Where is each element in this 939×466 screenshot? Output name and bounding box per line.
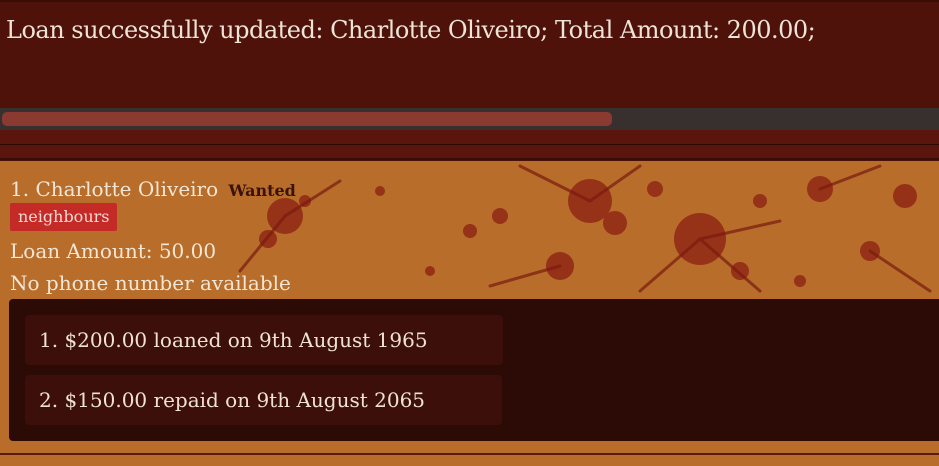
transaction-item[interactable]: 1. $200.00 loaned on 9th August 1965 [25, 315, 503, 365]
horizontal-scrollbar[interactable] [0, 108, 939, 130]
tag-neighbours: neighbours [10, 203, 118, 231]
person-card[interactable]: 1. Charlotte Oliveiro Wanted neighbours … [0, 161, 939, 466]
divider-line [0, 144, 939, 145]
status-badge: Wanted [228, 181, 296, 200]
card-bottom-divider [0, 453, 939, 455]
divider-band [0, 130, 939, 160]
loan-amount: Loan Amount: 50.00 [10, 239, 217, 263]
result-display: Loan successfully updated: Charlotte Oli… [0, 0, 939, 108]
result-message: Loan successfully updated: Charlotte Oli… [6, 16, 816, 44]
person-index: 1. [10, 177, 30, 201]
phone-number: No phone number available [10, 271, 291, 295]
transactions-panel: 1. $200.00 loaned on 9th August 1965 2. … [9, 299, 939, 441]
person-name: Charlotte Oliveiro [35, 177, 219, 201]
person-heading: 1. Charlotte Oliveiro Wanted [10, 177, 296, 201]
transaction-item[interactable]: 2. $150.00 repaid on 9th August 2065 [25, 375, 502, 425]
scrollbar-thumb[interactable] [2, 112, 612, 126]
